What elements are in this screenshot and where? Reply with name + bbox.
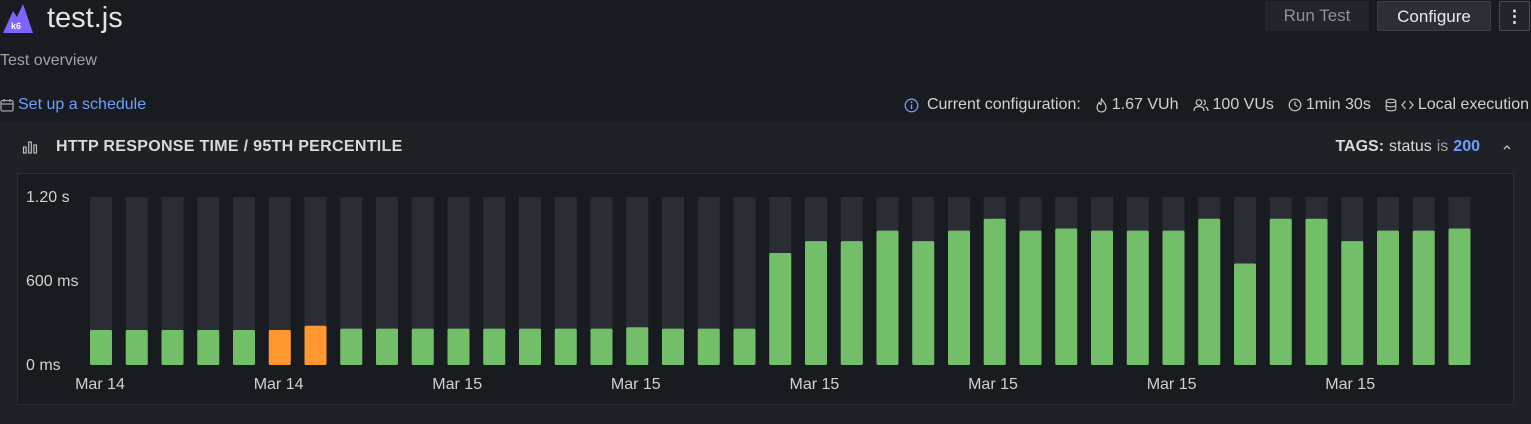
x-tick-time: 00:22 — [437, 403, 477, 404]
bar[interactable] — [90, 330, 112, 365]
config-execution: Local execution — [1417, 96, 1529, 113]
bar[interactable] — [983, 218, 1006, 365]
tags-operator: is — [1436, 138, 1449, 155]
bar[interactable] — [626, 327, 649, 365]
x-tick-date: Mar 14 — [75, 376, 125, 393]
svg-text:k6: k6 — [11, 21, 21, 31]
bar[interactable] — [1341, 241, 1364, 365]
bar[interactable] — [197, 330, 220, 365]
bar[interactable] — [840, 241, 863, 365]
x-tick-date: Mar 15 — [1325, 376, 1375, 393]
tags-key: TAGS: — [1335, 138, 1385, 155]
config-vuh: 1.67 VUh — [1111, 96, 1179, 113]
users-icon — [1192, 99, 1209, 112]
tags-value: 200 — [1453, 138, 1480, 155]
bar[interactable] — [519, 328, 541, 365]
configure-button[interactable]: Configure — [1377, 1, 1491, 31]
run-test-button[interactable]: Run Test — [1265, 1, 1369, 31]
x-tick-date: Mar 15 — [790, 376, 840, 393]
bar[interactable] — [340, 328, 363, 365]
x-tick-date: Mar 14 — [254, 376, 304, 393]
bar-chart-icon — [22, 141, 38, 154]
bar[interactable] — [590, 328, 613, 365]
x-tick-time: 03:53 — [1330, 403, 1370, 404]
x-tick-date: Mar 15 — [1147, 376, 1197, 393]
config-vus: 100 VUs — [1212, 96, 1274, 113]
bar[interactable] — [1091, 230, 1113, 365]
page-subtitle: Test overview — [0, 52, 97, 69]
x-tick-time: 23:47 — [259, 403, 299, 404]
bar[interactable] — [483, 328, 506, 365]
x-tick-date: Mar 15 — [611, 376, 661, 393]
bar[interactable] — [376, 328, 398, 365]
bar[interactable] — [1234, 263, 1256, 366]
clock-icon — [1288, 98, 1302, 112]
bar[interactable] — [1448, 228, 1471, 366]
k6-logo-icon: k6 — [3, 4, 33, 33]
setup-schedule-link[interactable]: Set up a schedule — [0, 96, 146, 114]
bar[interactable] — [554, 328, 577, 365]
fire-icon — [1096, 97, 1107, 113]
bar[interactable] — [1412, 230, 1435, 365]
bar[interactable] — [447, 328, 470, 365]
bar[interactable] — [233, 330, 255, 365]
x-tick-date: Mar 15 — [432, 376, 482, 393]
bar[interactable] — [662, 328, 684, 365]
response-time-chart: 0 ms 600 ms 1.20 s Mar 14 23:42 Mar 14 23:47 Ma… — [26, 189, 1471, 404]
bar[interactable] — [769, 253, 792, 365]
config-duration: 1min 30s — [1305, 96, 1371, 113]
more-options-button[interactable]: ⋮ — [1499, 1, 1530, 31]
bar[interactable] — [1055, 228, 1078, 366]
bar[interactable] — [411, 328, 434, 365]
x-tick-time: 01:34 — [794, 403, 834, 404]
panel-header: HTTP RESPONSE TIME / 95TH PERCENTILE — [22, 138, 403, 156]
current-configuration: Current configuration: 1.67 VUh 100 VUs … — [904, 96, 1529, 114]
chart-area: 0 ms 600 ms 1.20 s Mar 14 23:42 Mar 14 23:47 Ma… — [17, 173, 1514, 405]
bar[interactable] — [1162, 230, 1185, 365]
bar[interactable] — [1269, 218, 1292, 365]
tags-name: status — [1389, 138, 1432, 155]
config-label: Current configuration: — [926, 96, 1081, 113]
y-tick-label: 0 ms — [26, 357, 61, 374]
x-tick-time: 03:07 — [1152, 403, 1192, 404]
panel-title: HTTP RESPONSE TIME / 95TH PERCENTILE — [56, 138, 403, 155]
bar[interactable] — [733, 328, 756, 365]
bar[interactable] — [1019, 230, 1042, 365]
code-icon — [1401, 100, 1414, 110]
bar[interactable] — [912, 241, 935, 365]
bar[interactable] — [125, 330, 148, 365]
bar[interactable] — [1198, 218, 1221, 365]
bar[interactable] — [268, 330, 291, 365]
bar[interactable] — [1126, 230, 1149, 365]
bar[interactable] — [697, 328, 720, 365]
page-title: test.js — [47, 2, 123, 34]
bar[interactable] — [1305, 218, 1328, 365]
tags-filter[interactable]: TAGS: status is 200 — [1335, 138, 1513, 156]
x-tick-time: 02:20 — [973, 403, 1013, 404]
bar[interactable] — [805, 241, 827, 365]
x-tick-time: 23:42 — [80, 403, 120, 404]
calendar-icon — [0, 99, 14, 112]
setup-schedule-label: Set up a schedule — [18, 96, 147, 113]
y-tick-label: 1.20 s — [26, 189, 70, 206]
bar[interactable] — [948, 230, 970, 365]
bar[interactable] — [304, 325, 327, 365]
x-tick-time: 00:58 — [616, 403, 656, 404]
info-icon — [904, 98, 919, 112]
x-tick-date: Mar 15 — [968, 376, 1018, 393]
database-icon — [1385, 98, 1397, 112]
bar[interactable] — [876, 230, 899, 365]
bar[interactable] — [161, 330, 184, 365]
y-tick-label: 600 ms — [26, 273, 78, 290]
bar[interactable] — [1377, 230, 1399, 365]
chevron-up-icon[interactable] — [1501, 142, 1513, 152]
